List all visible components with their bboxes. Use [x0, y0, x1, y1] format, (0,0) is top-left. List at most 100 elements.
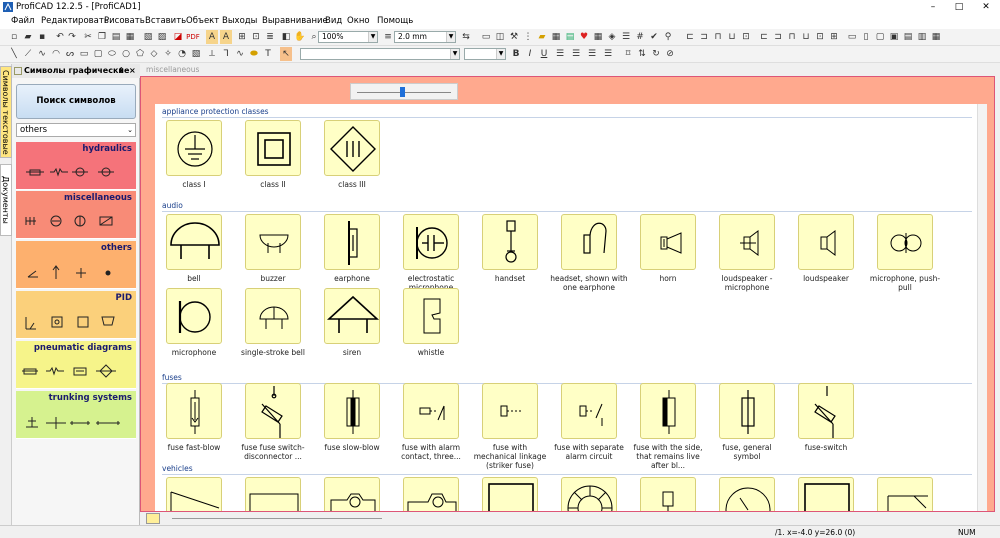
distribute-2-icon[interactable]: ⊐ — [772, 30, 784, 44]
align-4-icon[interactable]: ⊔ — [726, 30, 738, 44]
menu-view[interactable]: Вид — [323, 14, 344, 29]
pdf-export-icon[interactable]: PDF — [186, 30, 200, 44]
connector-tool-icon[interactable]: ᒣ — [220, 47, 232, 61]
rounded-rect-tool-icon[interactable]: ▢ — [92, 47, 104, 61]
align-1-icon[interactable]: ⊏ — [684, 30, 696, 44]
minimize-button[interactable]: – — [920, 0, 946, 14]
line-width-icon[interactable]: ≡ — [382, 30, 394, 44]
hand-icon[interactable]: ✋ — [294, 30, 306, 44]
size-3-icon[interactable]: ▢ — [874, 30, 886, 44]
print-icon[interactable]: ▦ — [124, 30, 136, 44]
redo-icon[interactable]: ↷ — [66, 30, 78, 44]
polygon-tool-icon[interactable]: ⬠ — [134, 47, 146, 61]
binoculars-icon[interactable]: ⚲ — [662, 30, 674, 44]
symbol-microphone-push-pull[interactable]: microphone, push-pull — [866, 214, 944, 292]
font-combo[interactable]: ▼ — [300, 48, 460, 60]
symbol-class-ii[interactable]: class II — [234, 120, 312, 189]
distribute-1-icon[interactable]: ⊏ — [758, 30, 770, 44]
distribute-6-icon[interactable]: ⊞ — [828, 30, 840, 44]
tab-text-symbols[interactable]: Символы текстовые — [0, 66, 12, 158]
library-select[interactable]: others ⌄ — [16, 123, 136, 137]
frame-icon[interactable]: ⌑ — [622, 47, 634, 61]
symbol-fuse-slow-blow[interactable]: fuse slow-blow — [313, 383, 391, 452]
symbol-handset[interactable]: handset — [471, 214, 549, 283]
paste-icon[interactable]: ▤ — [110, 30, 122, 44]
mirror-icon[interactable]: ⇅ — [636, 47, 648, 61]
menu-insert[interactable]: Вставить — [143, 14, 188, 29]
panel-icon[interactable]: ▭ — [480, 30, 492, 44]
no-entry-icon[interactable]: ⊘ — [664, 47, 676, 61]
symbol-fuse-side-live[interactable]: fuse with the side, that remains live af… — [629, 383, 707, 470]
symbol-microphone[interactable]: microphone — [155, 288, 233, 357]
zoom-slider-thumb[interactable] — [400, 87, 405, 97]
align-right-icon[interactable]: ☰ — [586, 47, 598, 61]
menu-edit[interactable]: Редактировать — [39, 14, 111, 29]
cut-icon[interactable]: ✂ — [82, 30, 94, 44]
new-file-icon[interactable]: ▫ — [8, 30, 20, 44]
symbol-class-iii[interactable]: class III — [313, 120, 391, 189]
menu-align[interactable]: Выравнивание — [260, 14, 330, 29]
category-pid[interactable]: PID — [16, 291, 136, 339]
symbol-earphone[interactable]: earphone — [313, 214, 391, 283]
category-trunking-systems[interactable]: trunking systems — [16, 391, 136, 439]
menu-window[interactable]: Окно — [345, 14, 372, 29]
numbering-icon[interactable]: # — [634, 30, 646, 44]
align-5-icon[interactable]: ⊡ — [740, 30, 752, 44]
grid2-icon[interactable]: ▦ — [550, 30, 562, 44]
tab-documents[interactable]: Документы — [0, 164, 12, 236]
diamond-icon[interactable]: ◈ — [606, 30, 618, 44]
grid-icon[interactable]: ⊞ — [236, 30, 248, 44]
align-center-icon[interactable]: ☰ — [570, 47, 582, 61]
underline-icon[interactable]: U — [538, 47, 550, 61]
symbol-fuse-general[interactable]: fuse, general symbol — [708, 383, 786, 461]
symbol-buzzer[interactable]: buzzer — [234, 214, 312, 283]
image-icon[interactable]: ▨ — [156, 30, 168, 44]
symbol-class-i[interactable]: class I — [155, 120, 233, 189]
category-others[interactable]: others — [16, 241, 136, 289]
symbol-vehicle-7[interactable] — [629, 477, 707, 511]
menu-file[interactable]: Файл — [9, 14, 36, 29]
symbol-vehicle-8[interactable] — [708, 477, 786, 511]
circle-tool-icon[interactable]: ○ — [120, 47, 132, 61]
size-4-icon[interactable]: ▣ — [888, 30, 900, 44]
align-left-icon[interactable]: ☰ — [554, 47, 566, 61]
symbol-loudspeaker[interactable]: loudspeaker — [787, 214, 865, 283]
drawing-canvas[interactable]: appliance protection classes class I cla… — [140, 76, 995, 512]
symbol-vehicle-5[interactable] — [471, 477, 549, 511]
rectangle-tool-icon[interactable]: ▭ — [78, 47, 90, 61]
category-hydraulics[interactable]: hydraulics — [16, 142, 136, 190]
menu-help[interactable]: Помощь — [375, 14, 415, 29]
copy-icon[interactable]: ❐ — [96, 30, 108, 44]
comment-tool-icon[interactable]: ⬬ — [248, 47, 260, 61]
heart-icon[interactable]: ♥ — [578, 30, 590, 44]
symbol-fuse-separate-alarm[interactable]: fuse with separate alarm circuit — [550, 383, 628, 461]
sheet-tab-icon[interactable] — [146, 513, 160, 524]
maximize-button[interactable]: □ — [946, 0, 972, 14]
symbol-vehicle-9[interactable] — [787, 477, 865, 511]
align-2-icon[interactable]: ⊐ — [698, 30, 710, 44]
menu-outputs[interactable]: Выходы — [220, 14, 259, 29]
pdf-icon[interactable]: ◪ — [172, 30, 184, 44]
size-6-icon[interactable]: ▥ — [916, 30, 928, 44]
components-icon[interactable]: ◧ — [280, 30, 292, 44]
cursor-icon[interactable]: ↖ — [280, 47, 292, 61]
symbol-vehicle-4[interactable] — [392, 477, 470, 511]
arc-tool-icon[interactable]: ◠ — [50, 47, 62, 61]
table-icon[interactable]: ▦ — [592, 30, 604, 44]
line-width-combo[interactable]: 2.0 mm ▼ — [394, 31, 456, 43]
ladder-icon[interactable]: ☰ — [620, 30, 632, 44]
distribute-5-icon[interactable]: ⊡ — [814, 30, 826, 44]
size-7-icon[interactable]: ▦ — [930, 30, 942, 44]
shape-tool-icon[interactable]: ◇ — [148, 47, 160, 61]
symbol-electrostatic-microphone[interactable]: electrostatic microphone — [392, 214, 470, 292]
pie-tool-icon[interactable]: ◔ — [176, 47, 188, 61]
symbol-fuse-switch-disconnector[interactable]: fuse fuse switch-disconnector ... — [234, 383, 312, 461]
panel-close-icon[interactable]: × — [129, 64, 136, 78]
line-tool-icon[interactable]: ╲ — [8, 47, 20, 61]
symbol-fuse-alarm-contact[interactable]: fuse with alarm contact, three... — [392, 383, 470, 461]
symbol-loudspeaker-microphone[interactable]: loudspeaker - microphone — [708, 214, 786, 292]
justify-icon[interactable]: ☰ — [602, 47, 614, 61]
open-folder-icon[interactable]: ▰ — [22, 30, 34, 44]
wire-tool-icon[interactable]: ⟂ — [206, 47, 218, 61]
text-format-icon[interactable]: A — [220, 30, 232, 44]
